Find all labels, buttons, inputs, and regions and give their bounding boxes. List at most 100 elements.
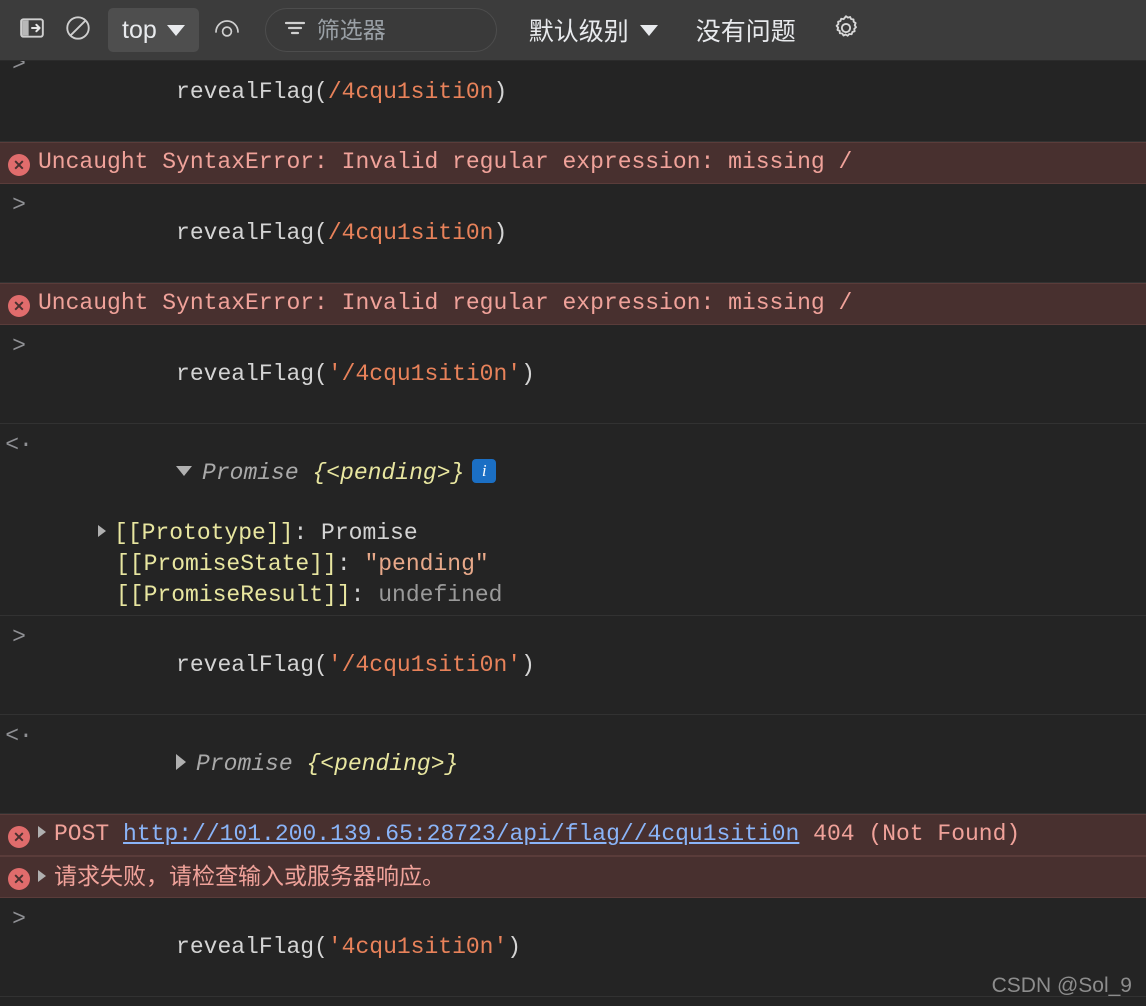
settings-button[interactable] [824,8,868,52]
property-row: [[PromiseState]]: "pending" [116,551,489,577]
console-row-command[interactable]: > revealFlag('/4cqu1siti0n') [0,325,1146,424]
property-value: "pending" [364,551,489,577]
chevron-down-icon [166,24,185,36]
row-content: Uncaught SyntaxError: Invalid regular ex… [38,288,1146,318]
row-content: Promise {<pending>}i [[Prototype]]: Prom… [38,1001,1146,1006]
console-row-network-error[interactable]: ✕ POST http://101.200.139.65:28723/api/f… [0,814,1146,856]
row-content: Promise {<pending>} [38,719,1146,809]
console-row-result[interactable]: <· Promise {<pending>} [0,715,1146,814]
filter-input[interactable] [316,16,478,44]
command-argument: /4cqu1siti0n [327,220,494,246]
console-row-result[interactable]: <· Promise {<pending>} i [[Prototype]]: P… [0,424,1146,616]
command-function: revealFlag( [176,934,328,960]
error-text: Uncaught SyntaxError: Invalid regular ex… [38,290,853,316]
input-chevron-icon: > [12,192,26,218]
expand-triangle-icon[interactable] [176,465,193,476]
row-content: Promise {<pending>} i [[Prototype]]: Prom… [38,428,1146,611]
row-content: revealFlag('4cqu1siti0n') [38,902,1146,992]
eye-icon [212,15,242,46]
input-chevron-icon: > [12,333,26,359]
row-content: revealFlag('/4cqu1siti0n') [38,620,1146,710]
row-gutter: ✕ [0,288,38,317]
error-icon: ✕ [8,154,30,176]
clear-console-icon [64,14,92,47]
sidebar-toggle-button[interactable] [10,8,54,52]
request-url-link[interactable]: http://101.200.139.65:28723/api/flag//4c… [123,821,799,847]
command-function: revealFlag( [176,361,328,387]
object-state: {<pending>} [306,751,459,777]
property-value: Promise [321,520,418,546]
devtools-console-window: top 默认级别 没有 [0,0,1146,1006]
property-key: [[Prototype]] [114,520,294,546]
input-chevron-icon: > [12,906,26,932]
issues-status[interactable]: 没有问题 [696,12,796,48]
input-chevron-icon: > [12,61,26,77]
command-argument: '/4cqu1siti0n' [327,652,522,678]
sidebar-toggle-icon [19,15,45,46]
execution-context-selector[interactable]: top [108,8,199,52]
row-content: revealFlag(/4cqu1siti0n) [38,188,1146,278]
object-state: {<pending>} [312,460,465,486]
row-gutter: <· [0,719,38,751]
input-chevron-icon: > [12,624,26,650]
row-gutter: <· [0,428,38,460]
log-level-selector[interactable]: 默认级别 [525,6,662,54]
info-badge-icon[interactable]: i [472,458,497,483]
output-chevron-icon: <· [5,432,33,458]
row-content: POST http://101.200.139.65:28723/api/fla… [38,819,1146,849]
command-suffix: ) [507,934,522,960]
console-row-error[interactable]: ✕ Uncaught SyntaxError: Invalid regular … [0,142,1146,184]
property-key: [[PromiseResult]] [116,582,351,608]
error-icon: ✕ [8,295,30,317]
gear-icon [831,13,861,48]
property-row: [[PromiseResult]]: undefined [116,582,503,608]
property-value: undefined [378,582,503,608]
row-gutter: > [0,620,38,652]
clear-console-button[interactable] [56,8,100,52]
row-gutter: ✕ [0,861,38,890]
output-chevron-icon: <· [5,723,33,749]
log-level-label: 默认级别 [528,18,629,46]
command-argument: '4cqu1siti0n' [327,934,508,960]
row-gutter: > [0,61,38,79]
expand-triangle-icon[interactable] [38,869,46,882]
status-code: 404 [813,821,855,847]
row-gutter: > [0,188,38,220]
command-function: revealFlag( [176,79,328,105]
console-row-command[interactable]: > revealFlag(/4cqu1siti0n) [0,61,1146,142]
row-content: Uncaught SyntaxError: Invalid regular ex… [38,147,1146,177]
command-suffix: ) [521,652,535,678]
console-toolbar: top 默认级别 没有 [0,0,1146,61]
property-row[interactable]: [[Prototype]]: Promise [98,518,1136,549]
row-content: revealFlag('/4cqu1siti0n') [38,329,1146,419]
error-icon: ✕ [8,826,30,848]
row-content: revealFlag(/4cqu1siti0n) [38,61,1146,137]
filter-box[interactable] [264,8,497,52]
console-row-result[interactable]: <· Promise {<pending>}i [[Prototype]]: P… [0,997,1146,1006]
expand-triangle-icon[interactable] [38,825,46,838]
object-name: Promise [196,751,293,777]
error-icon: ✕ [8,868,30,890]
row-gutter: ✕ [0,147,38,176]
command-argument: /4cqu1siti0n [327,79,494,105]
filter-icon [284,19,306,42]
execution-context-label: top [122,15,157,44]
row-gutter: > [0,902,38,934]
object-name: Promise [202,460,299,486]
live-expression-button[interactable] [205,8,249,52]
expand-triangle-icon[interactable] [176,753,187,770]
console-row-error[interactable]: ✕ Uncaught SyntaxError: Invalid regular … [0,283,1146,325]
console-row-error[interactable]: ✕ 请求失败，请检查输入或服务器响应。 [0,856,1146,898]
expand-triangle-icon[interactable] [98,524,106,537]
console-row-command[interactable]: > revealFlag('/4cqu1siti0n') [0,616,1146,715]
watermark: CSDN @Sol_9 [991,974,1132,997]
console-row-command[interactable]: > revealFlag('4cqu1siti0n') [0,898,1146,997]
command-suffix: ) [521,361,535,387]
row-gutter: <· [0,1001,38,1006]
object-properties: [[Prototype]]: Promise [[PromiseState]]:… [38,518,1136,611]
chevron-down-icon [639,24,658,36]
console-message-list[interactable]: > revealFlag(/4cqu1siti0n) ✕ Uncaught Sy… [0,61,1146,1006]
row-gutter: > [0,329,38,361]
command-argument: '/4cqu1siti0n' [327,361,522,387]
console-row-command[interactable]: > revealFlag(/4cqu1siti0n) [0,184,1146,283]
